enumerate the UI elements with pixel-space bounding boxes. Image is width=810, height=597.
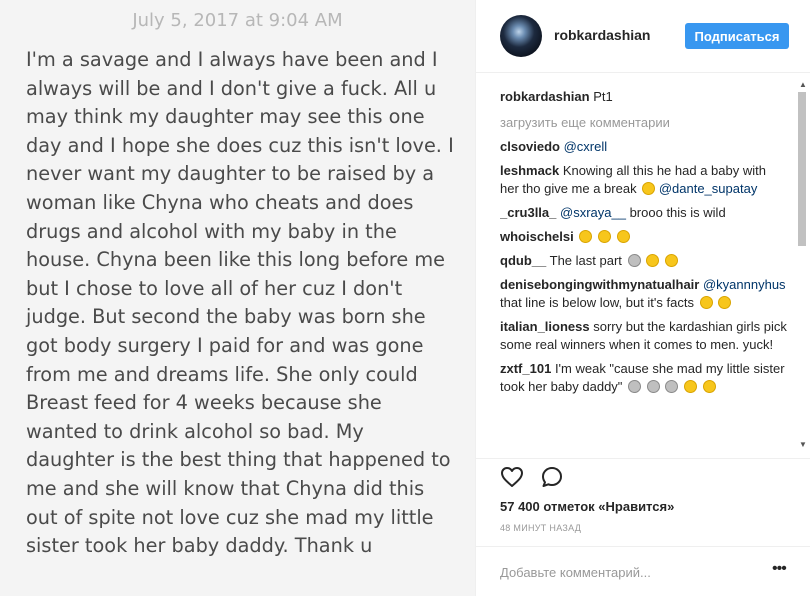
comment-username[interactable]: clsoviedo	[500, 139, 560, 154]
weary-face-icon	[683, 380, 697, 393]
post-header: robkardashian Подписаться	[476, 0, 810, 73]
scroll-down-arrow-icon[interactable]: ▼	[799, 440, 807, 449]
comment-item: denisebongingwithmynatualhair @kyannnyhu…	[500, 276, 788, 312]
load-more-comments-link[interactable]: загрузить еще комментарии	[500, 114, 788, 132]
comment-item: leshmack Knowing all this he had a baby …	[500, 162, 788, 198]
caption-username[interactable]: robkardashian	[500, 89, 590, 104]
speaking-head-icon	[627, 254, 641, 267]
avatar[interactable]	[500, 15, 542, 57]
comment-item: whoischelsi	[500, 228, 788, 246]
scroll-up-arrow-icon[interactable]: ▲	[799, 80, 807, 89]
follow-button[interactable]: Подписаться	[685, 23, 789, 49]
comment-username[interactable]: whoischelsi	[500, 229, 574, 244]
comments-scrollbar[interactable]: ▲ ▼	[796, 78, 808, 454]
skull-icon	[628, 380, 642, 393]
likes-count[interactable]: 57 400 отметок «Нравится»	[500, 499, 674, 514]
rolling-laughing-icon	[718, 296, 732, 309]
comment-username[interactable]: leshmack	[500, 163, 559, 178]
post-actions	[476, 458, 810, 489]
comment-text: that line is below low, but it's facts	[500, 295, 694, 310]
caption: robkardashian Pt1	[500, 88, 788, 106]
comment-item: zxtf_101 I'm weak "cause she mad my litt…	[500, 360, 788, 396]
comments-list: robkardashian Pt1 загрузить еще коммента…	[500, 82, 788, 454]
comment-text: brooo this is wild	[629, 205, 726, 220]
header-username[interactable]: robkardashian	[554, 27, 650, 43]
comment-username[interactable]: denisebongingwithmynatualhair	[500, 277, 699, 292]
comment-item: italian_lioness sorry but the kardashian…	[500, 318, 788, 354]
note-date: July 5, 2017 at 9:04 AM	[132, 10, 343, 31]
post-sidebar: robkardashian Подписаться robkardashian …	[475, 0, 810, 596]
weary-face-icon	[702, 380, 716, 393]
add-comment-input[interactable]	[500, 562, 740, 582]
heart-icon[interactable]	[500, 465, 524, 489]
comment-username[interactable]: italian_lioness	[500, 319, 590, 334]
crying-laughing-icon	[616, 230, 630, 243]
comment-mention[interactable]: @cxrell	[564, 139, 608, 154]
post-timestamp: 48 МИНУТ НАЗАД	[500, 523, 582, 533]
scrollbar-thumb[interactable]	[798, 92, 806, 246]
crying-laughing-icon	[646, 254, 660, 267]
comment-username[interactable]: qdub__	[500, 253, 546, 268]
comment-username[interactable]: _cru3lla_	[500, 205, 556, 220]
weary-face-icon	[642, 182, 656, 195]
comment-item: qdub__ The last part	[500, 252, 788, 270]
comment-bubble-icon[interactable]	[540, 465, 564, 489]
more-options-icon[interactable]: •••	[772, 560, 787, 578]
crying-laughing-icon	[597, 230, 611, 243]
add-comment-bar: •••	[476, 546, 810, 597]
skull-icon	[646, 380, 660, 393]
note-text: I'm a savage and I always have been and …	[26, 48, 454, 558]
skull-icon	[665, 380, 679, 393]
comment-mention[interactable]: @kyannnyhus	[703, 277, 786, 292]
rolling-laughing-icon	[699, 296, 713, 309]
comment-mention[interactable]: @sxraya__	[560, 205, 626, 220]
comment-text: The last part	[549, 253, 622, 268]
comment-mention[interactable]: @dante_supatay	[659, 181, 758, 196]
crying-laughing-icon	[579, 230, 593, 243]
comment-username[interactable]: zxtf_101	[500, 361, 551, 376]
comment-item: clsoviedo @cxrell	[500, 138, 788, 156]
comment-item: _cru3lla_ @sxraya__ brooo this is wild	[500, 204, 788, 222]
caption-text: Pt1	[593, 89, 613, 104]
weary-face-icon	[664, 254, 678, 267]
post-image: July 5, 2017 at 9:04 AM I'm a savage and…	[0, 0, 475, 596]
